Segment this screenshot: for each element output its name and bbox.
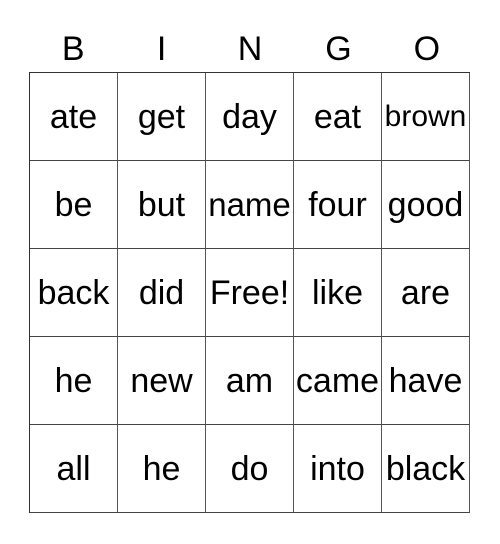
cell-word: but <box>137 185 186 224</box>
cell-word: are <box>400 273 451 312</box>
bingo-cell[interactable]: are <box>382 249 470 337</box>
free-space-label: Free! <box>209 273 290 312</box>
bingo-cell[interactable]: name <box>206 161 294 249</box>
bingo-board: ate get day eat brown be but name four g… <box>29 72 470 513</box>
cell-word: like <box>311 273 364 312</box>
bingo-cell[interactable]: he <box>30 337 118 425</box>
cell-word: did <box>138 273 185 312</box>
bingo-cell[interactable]: came <box>294 337 382 425</box>
bingo-header: B I N G O <box>29 28 471 70</box>
cell-word: new <box>130 361 193 400</box>
cell-word: be <box>54 185 93 224</box>
cell-word: good <box>387 185 464 224</box>
cell-word: do <box>230 449 269 488</box>
bingo-cell[interactable]: have <box>382 337 470 425</box>
cell-word: brown <box>384 99 467 133</box>
free-space-cell[interactable]: Free! <box>206 249 294 337</box>
cell-word: name <box>208 186 291 223</box>
bingo-cell[interactable]: four <box>294 161 382 249</box>
bingo-cell[interactable]: black <box>382 425 470 513</box>
header-letter-g: G <box>325 30 352 68</box>
cell-word: am <box>225 361 274 400</box>
cell-word: all <box>56 449 91 488</box>
cell-word: back <box>37 273 110 312</box>
cell-word: four <box>308 185 367 224</box>
bingo-cell[interactable]: but <box>118 161 206 249</box>
header-letter-b: B <box>61 30 85 68</box>
bingo-cell[interactable]: am <box>206 337 294 425</box>
bingo-cell[interactable]: all <box>30 425 118 513</box>
bingo-cell[interactable]: do <box>206 425 294 513</box>
header-letter-i: I <box>156 30 167 68</box>
bingo-cell[interactable]: new <box>118 337 206 425</box>
bingo-cell[interactable]: brown <box>382 73 470 161</box>
cell-word: eat <box>313 97 362 136</box>
cell-word: have <box>388 361 463 400</box>
cell-word: into <box>310 449 365 488</box>
cell-word: black <box>385 449 466 488</box>
cell-word: he <box>54 361 93 400</box>
bingo-cell[interactable]: ate <box>30 73 118 161</box>
header-letter-n: N <box>237 30 263 68</box>
bingo-cell[interactable]: like <box>294 249 382 337</box>
bingo-cell[interactable]: he <box>118 425 206 513</box>
cell-word: ate <box>49 97 98 136</box>
cell-word: he <box>142 449 181 488</box>
cell-word: get <box>137 97 186 136</box>
bingo-cell[interactable]: good <box>382 161 470 249</box>
bingo-cell[interactable]: back <box>30 249 118 337</box>
bingo-cell[interactable]: eat <box>294 73 382 161</box>
bingo-cell[interactable]: day <box>206 73 294 161</box>
header-letter-o: O <box>413 30 441 68</box>
cell-word: day <box>222 97 277 136</box>
bingo-cell[interactable]: did <box>118 249 206 337</box>
bingo-cell[interactable]: be <box>30 161 118 249</box>
cell-word: came <box>295 361 380 400</box>
bingo-cell[interactable]: get <box>118 73 206 161</box>
bingo-cell[interactable]: into <box>294 425 382 513</box>
